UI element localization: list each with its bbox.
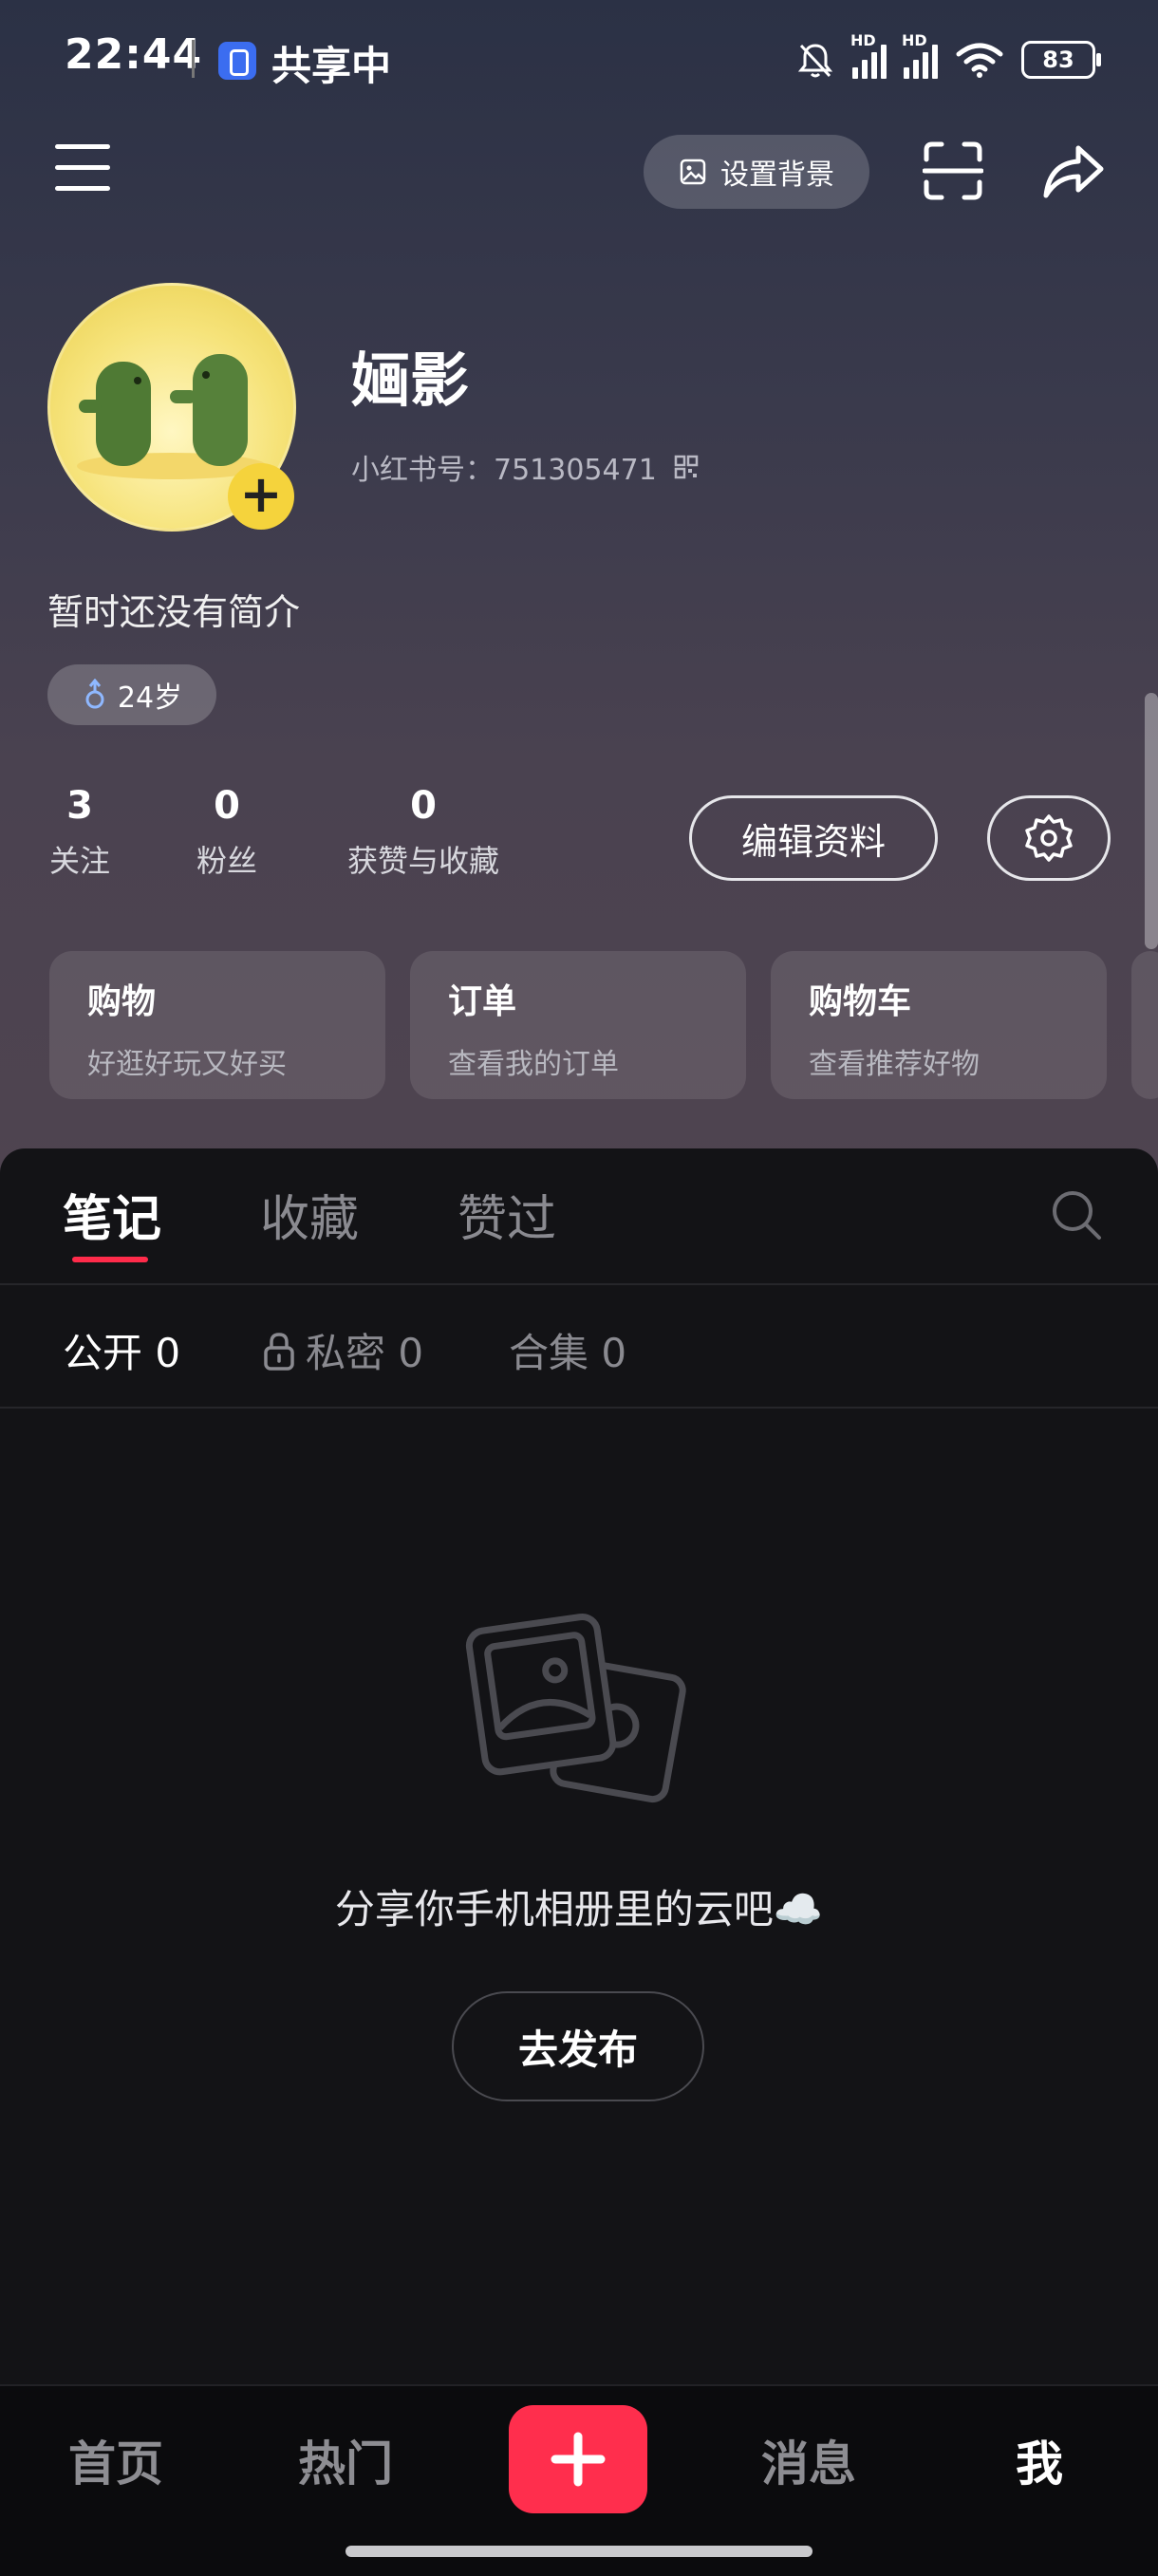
set-background-button[interactable]: 设置背景 (644, 135, 869, 209)
subtab-public-label: 公开 0 (63, 1330, 181, 1376)
subtab-public[interactable]: 公开 0 (63, 1321, 180, 1379)
user-id-text: 小红书号：751305471 (351, 454, 657, 487)
signal-1-icon: HD (850, 31, 887, 79)
lock-icon (264, 1332, 294, 1371)
stat-likes-collects[interactable]: 0 获赞与收藏 (338, 784, 509, 881)
photos-empty-icon (465, 1613, 686, 1803)
tab-liked[interactable]: 赞过 (458, 1179, 556, 1250)
likes-count: 0 (410, 784, 437, 828)
stat-followers[interactable]: 0 粉丝 (190, 784, 264, 881)
settings-button[interactable] (987, 795, 1111, 881)
following-count: 3 (66, 784, 93, 828)
following-label: 关注 (48, 843, 110, 879)
card-cart-subtitle: 查看推荐好物 (809, 1048, 980, 1081)
avatar-add-button[interactable]: + (228, 463, 294, 530)
username: 婳影 (351, 345, 470, 415)
tabs-divider (0, 1283, 1158, 1285)
tab-active-indicator (72, 1257, 148, 1262)
tab-collections[interactable]: 收藏 (260, 1179, 359, 1250)
home-indicator[interactable] (346, 2546, 812, 2557)
subtab-private[interactable]: 私密 0 (262, 1321, 423, 1379)
nav-hot[interactable]: 热门 (298, 2426, 393, 2494)
create-post-button[interactable] (509, 2405, 647, 2513)
card-cart-title: 购物车 (809, 982, 912, 1021)
menu-icon[interactable] (55, 144, 110, 192)
card-orders[interactable]: 订单 查看我的订单 (410, 951, 746, 1099)
card-cart[interactable]: 购物车 查看推荐好物 (771, 951, 1107, 1099)
subtab-albums-label: 合集 0 (509, 1330, 627, 1376)
plus-icon (551, 2432, 606, 2487)
sharing-label: 共享中 (271, 43, 392, 89)
status-bar: 22:44 共享中 HD HD 83 (0, 0, 1158, 114)
tab-notes[interactable]: 笔记 (63, 1179, 161, 1250)
status-time: 22:44 (65, 30, 203, 79)
publish-button[interactable]: 去发布 (452, 1991, 704, 2101)
card-shopping-subtitle: 好逛好玩又好买 (87, 1048, 287, 1081)
battery-icon: 83 (1021, 41, 1101, 79)
empty-state-text: 分享你手机相册里的云吧☁️ (334, 1886, 824, 1932)
card-shopping-title: 购物 (87, 982, 157, 1021)
card-orders-title: 订单 (448, 982, 517, 1021)
nav-messages[interactable]: 消息 (761, 2426, 856, 2494)
nav-home[interactable]: 首页 (68, 2426, 163, 2494)
age-badge: 24岁 (47, 664, 216, 725)
set-background-label: 设置背景 (720, 159, 834, 192)
edit-profile-button[interactable]: 编辑资料 (689, 795, 938, 881)
subtabs-divider (0, 1407, 1158, 1409)
user-id: 小红书号：751305471 (351, 446, 699, 488)
subtab-private-label: 私密 0 (306, 1330, 424, 1376)
nav-me[interactable]: 我 (1016, 2426, 1063, 2494)
subtab-albums[interactable]: 合集 0 (509, 1321, 626, 1379)
card-next-peek[interactable] (1131, 951, 1158, 1099)
scroll-indicator[interactable] (1145, 693, 1158, 949)
hd-label-2: HD (902, 31, 927, 49)
status-separator (192, 40, 195, 78)
screen-share-icon (218, 42, 256, 80)
stat-following[interactable]: 3 关注 (47, 784, 112, 881)
card-shopping[interactable]: 购物 好逛好玩又好买 (49, 951, 385, 1099)
qr-code-icon[interactable] (674, 455, 699, 479)
signal-2-icon: HD (902, 31, 938, 79)
scan-icon[interactable] (923, 140, 983, 201)
bio[interactable]: 暂时还没有简介 (47, 583, 300, 635)
male-icon (85, 679, 104, 709)
search-icon[interactable] (1050, 1188, 1103, 1241)
likes-label: 获赞与收藏 (346, 843, 499, 879)
status-icons: HD HD 83 (795, 31, 1101, 84)
card-orders-subtitle: 查看我的订单 (448, 1048, 619, 1081)
hd-label-1: HD (850, 31, 876, 49)
followers-label: 粉丝 (196, 843, 257, 879)
bell-muted-icon (797, 44, 833, 78)
gear-icon (1025, 814, 1073, 862)
image-icon (680, 159, 706, 185)
followers-count: 0 (214, 784, 240, 828)
wifi-icon (956, 43, 1003, 78)
age-label: 24岁 (117, 681, 183, 715)
share-icon[interactable] (1040, 139, 1107, 201)
